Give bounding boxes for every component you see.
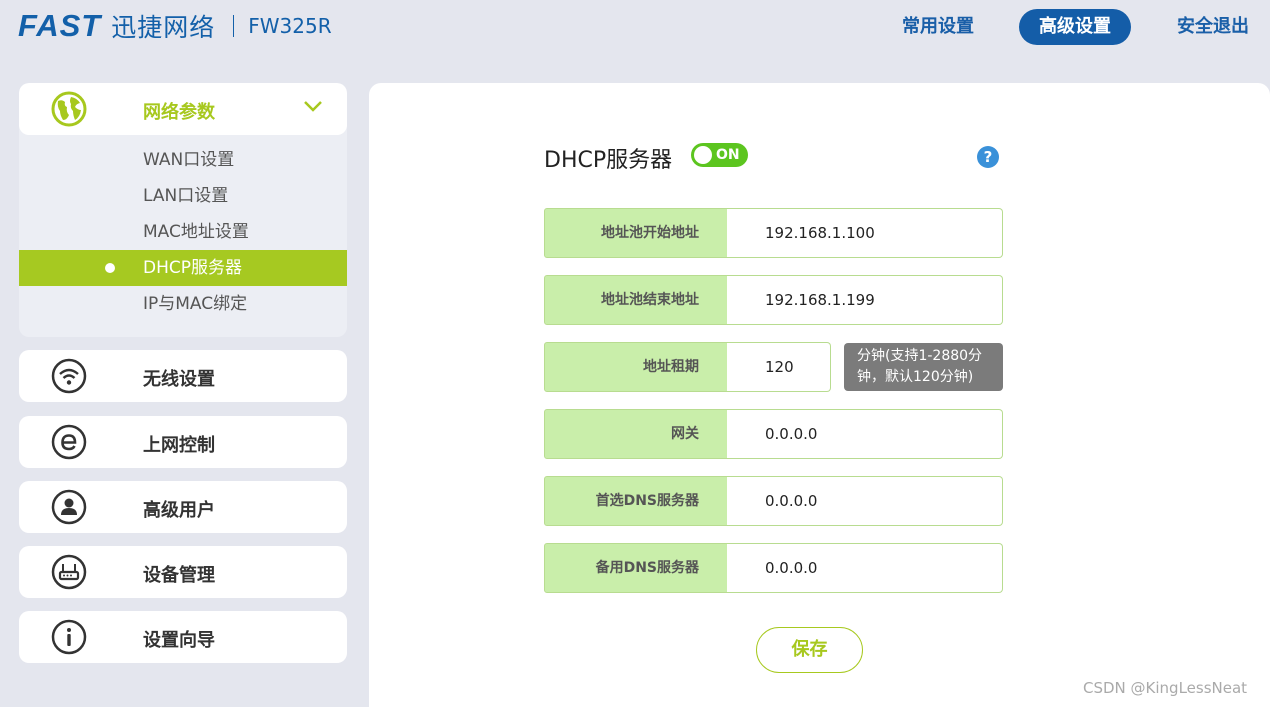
pool-start-input[interactable]: 192.168.1.100 <box>727 208 1003 258</box>
sidebar-label-advanced-user: 高级用户 <box>143 500 215 521</box>
sidebar-label-setup-wizard: 设置向导 <box>143 630 215 651</box>
lease-tip-line1: 分钟(支持1-2880分 <box>857 348 983 364</box>
model-name: FW325R <box>248 14 332 38</box>
sidebar-item-ip-mac-binding[interactable]: IP与MAC绑定 <box>19 286 347 322</box>
gateway-input[interactable]: 0.0.0.0 <box>727 409 1003 459</box>
top-header: FAST 迅捷网络 FW325R 常用设置 高级设置 安全退出 <box>0 0 1270 56</box>
router-icon <box>51 554 87 590</box>
toggle-knob <box>694 146 712 164</box>
dns-primary-input[interactable]: 0.0.0.0 <box>727 476 1003 526</box>
sidebar-item-mac[interactable]: MAC地址设置 <box>19 214 347 250</box>
gateway-label: 网关 <box>544 409 728 459</box>
dns-secondary-label: 备用DNS服务器 <box>544 543 728 593</box>
sidebar-item-advanced-user[interactable]: 高级用户 <box>19 481 347 533</box>
gateway-row: 网关 0.0.0.0 <box>544 409 1003 459</box>
sidebar-item-wan[interactable]: WAN口设置 <box>19 142 347 178</box>
nav-logout[interactable]: 安全退出 <box>1177 9 1249 45</box>
sidebar-item-lan[interactable]: LAN口设置 <box>19 178 347 214</box>
user-icon <box>51 489 87 525</box>
pool-start-row: 地址池开始地址 192.168.1.100 <box>544 208 1003 258</box>
dhcp-toggle[interactable]: ON <box>691 143 748 167</box>
sidebar-label-wireless: 无线设置 <box>143 369 215 390</box>
pool-end-label: 地址池结束地址 <box>544 275 728 325</box>
save-button[interactable]: 保存 <box>756 627 863 673</box>
sidebar-item-setup-wizard[interactable]: 设置向导 <box>19 611 347 663</box>
sidebar-label-network: 网络参数 <box>143 102 215 123</box>
dns-primary-row: 首选DNS服务器 0.0.0.0 <box>544 476 1003 526</box>
pool-start-label: 地址池开始地址 <box>544 208 728 258</box>
ie-icon <box>51 424 87 460</box>
logo-chinese-name: 迅捷网络 <box>111 13 216 42</box>
lease-label: 地址租期 <box>544 342 728 392</box>
nav-common-settings[interactable]: 常用设置 <box>902 9 974 45</box>
sidebar-item-device-management[interactable]: 设备管理 <box>19 546 347 598</box>
help-icon[interactable]: ? <box>977 146 999 168</box>
sidebar-item-dhcp-label: DHCP服务器 <box>143 258 242 278</box>
watermark: CSDN @KingLessNeat <box>1083 679 1248 697</box>
wifi-icon <box>51 358 87 394</box>
dns-primary-label: 首选DNS服务器 <box>544 476 728 526</box>
pool-end-row: 地址池结束地址 192.168.1.199 <box>544 275 1003 325</box>
sidebar-network-group: 网络参数 WAN口设置 LAN口设置 MAC地址设置 DHCP服务器 IP与MA… <box>19 83 347 337</box>
sidebar-item-internet-control[interactable]: 上网控制 <box>19 416 347 468</box>
sidebar-label-device-management: 设备管理 <box>143 565 215 586</box>
lease-tip: 分钟(支持1-2880分 钟，默认120分钟) <box>844 343 1003 391</box>
logo: FAST 迅捷网络 FW325R <box>18 8 332 44</box>
logo-divider <box>233 15 235 37</box>
lease-input[interactable]: 120 <box>727 342 831 392</box>
logo-brand: FAST <box>18 8 102 43</box>
sidebar-item-dhcp[interactable]: DHCP服务器 <box>19 250 347 286</box>
toggle-label: ON <box>716 147 740 163</box>
info-icon <box>51 619 87 655</box>
dns-secondary-input[interactable]: 0.0.0.0 <box>727 543 1003 593</box>
dns-secondary-row: 备用DNS服务器 0.0.0.0 <box>544 543 1003 593</box>
pool-end-input[interactable]: 192.168.1.199 <box>727 275 1003 325</box>
active-dot <box>105 263 115 273</box>
sidebar-item-wireless[interactable]: 无线设置 <box>19 350 347 402</box>
lease-tip-line2: 钟，默认120分钟) <box>857 369 974 385</box>
nav-advanced-settings[interactable]: 高级设置 <box>1019 9 1131 45</box>
sidebar-item-network[interactable]: 网络参数 <box>19 83 347 135</box>
chevron-down-icon <box>304 101 322 112</box>
sidebar-label-internet-control: 上网控制 <box>143 435 215 456</box>
globe-icon <box>51 91 87 127</box>
page-title: DHCP服务器 <box>544 148 673 173</box>
main-panel: DHCP服务器 ON ? 地址池开始地址 192.168.1.100 地址池结束… <box>369 83 1270 707</box>
